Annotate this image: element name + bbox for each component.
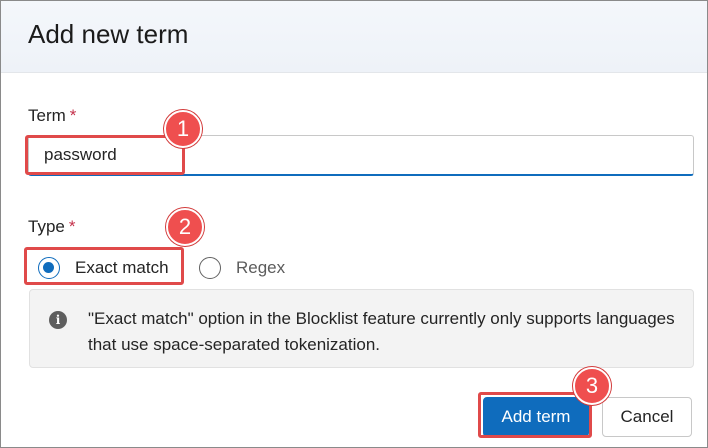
info-message: i "Exact match" option in the Blocklist …	[29, 289, 694, 368]
dialog-header: Add new term	[1, 1, 707, 73]
callout-badge-3: 3	[573, 367, 611, 405]
term-label: Term *	[28, 106, 76, 126]
radio-regex-circle[interactable]	[199, 257, 221, 279]
radio-exact-match[interactable]: Exact match	[38, 257, 169, 279]
type-required-mark: *	[68, 217, 76, 236]
dialog-title: Add new term	[28, 19, 189, 49]
cancel-button[interactable]: Cancel	[602, 397, 692, 437]
radio-regex[interactable]: Regex	[199, 257, 285, 279]
term-required-mark: *	[69, 106, 77, 125]
term-input[interactable]	[28, 135, 694, 176]
info-text: "Exact match" option in the Blocklist fe…	[88, 309, 675, 354]
info-icon: i	[49, 311, 67, 329]
type-label-text: Type	[28, 217, 65, 236]
radio-regex-label: Regex	[236, 258, 286, 277]
type-label: Type *	[28, 217, 75, 237]
callout-badge-2: 2	[166, 208, 204, 246]
term-label-text: Term	[28, 106, 66, 125]
callout-badge-1: 1	[164, 110, 202, 148]
radio-exact-match-circle[interactable]	[38, 257, 60, 279]
add-term-button[interactable]: Add term	[483, 397, 589, 437]
radio-exact-match-label: Exact match	[75, 258, 169, 277]
